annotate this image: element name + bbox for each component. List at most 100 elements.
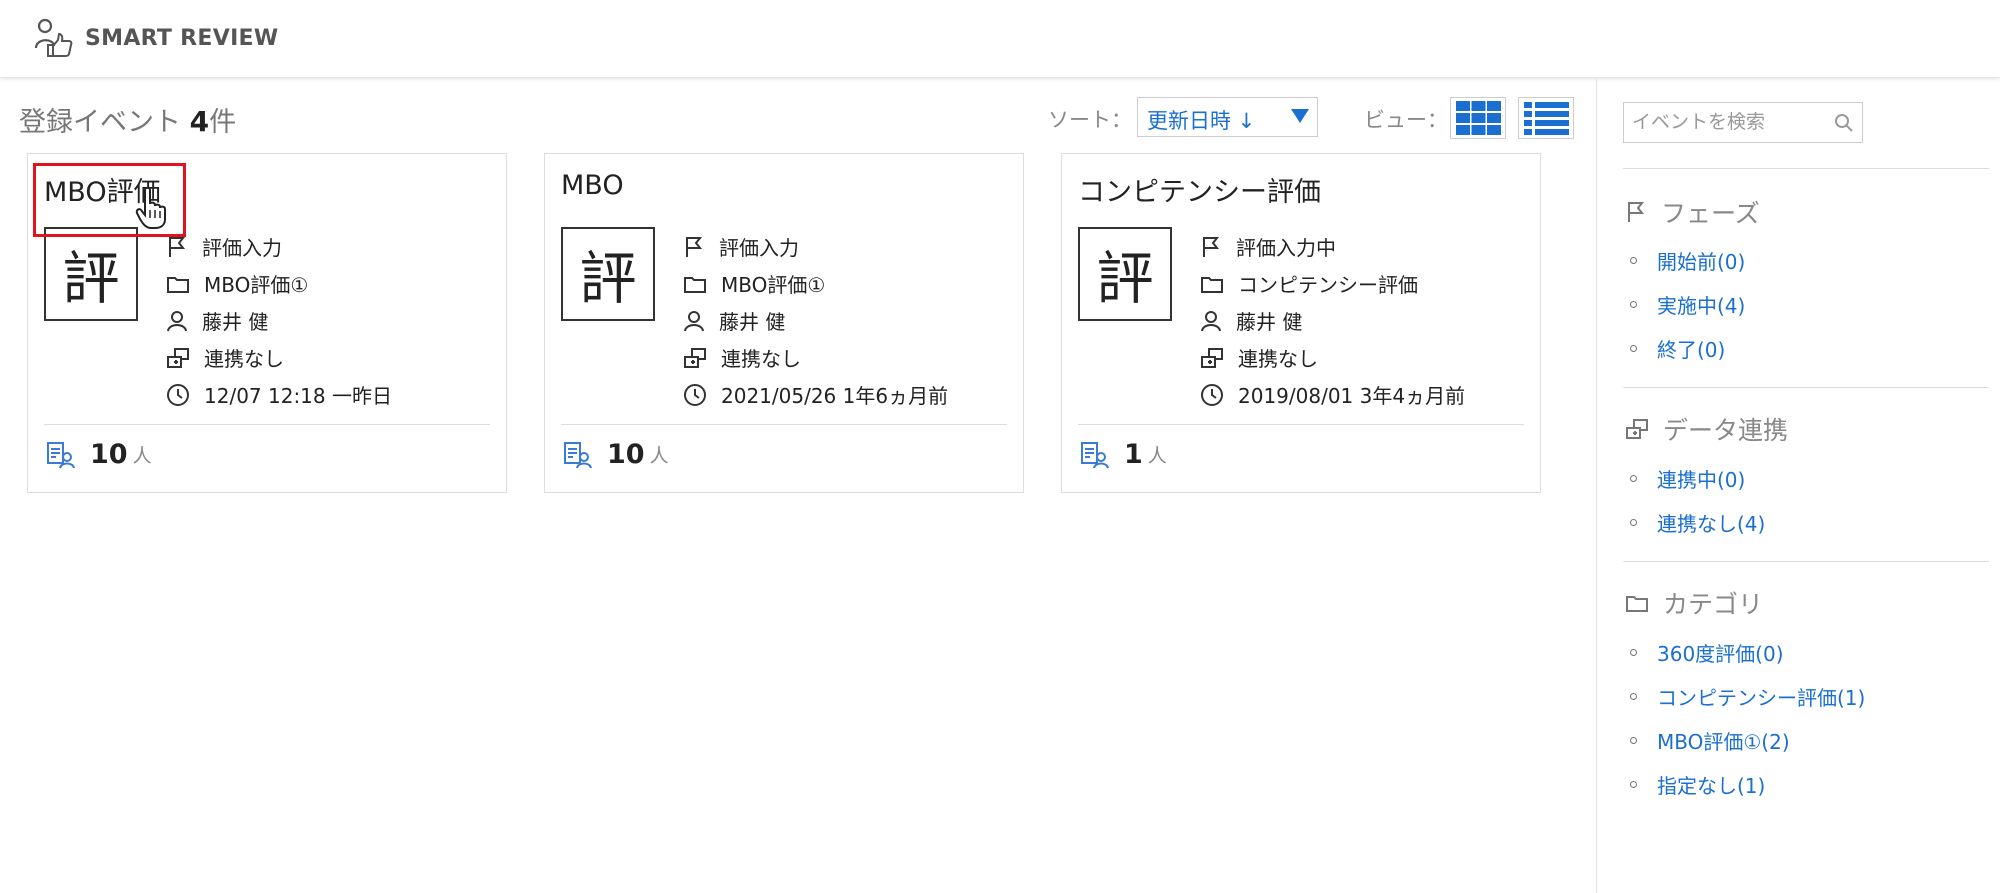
data-link-filter-list: 連携中(0) 連携なし(4) xyxy=(1630,456,1765,544)
view-label: ビュー： xyxy=(1364,108,1448,132)
bullet xyxy=(1630,692,1637,700)
category-text: MBO評価① xyxy=(204,273,309,297)
data-link-filter-label: 連携中(0) xyxy=(1657,467,1746,492)
grid-view-button[interactable] xyxy=(1450,97,1506,139)
sidebar-separator xyxy=(1623,387,1989,388)
event-thumbnail[interactable]: 評 xyxy=(1078,227,1172,321)
participant-number: 10 xyxy=(607,439,645,470)
sidebar-separator xyxy=(1623,561,1989,562)
count-suffix: 件 xyxy=(209,107,237,138)
category-filter-label: MBO評価①(2) xyxy=(1657,729,1790,754)
link-text: 連携なし xyxy=(1238,347,1318,371)
grid-icon xyxy=(1456,101,1501,135)
brand[interactable]: SMART REVIEW xyxy=(34,18,278,58)
owner-text: 藤井 健 xyxy=(1236,310,1303,334)
participant-number: 1 xyxy=(1124,439,1143,470)
owner-text: 藤井 健 xyxy=(202,310,269,334)
event-count: 登録イベント 4件 xyxy=(19,100,236,139)
updated-row: 2021/05/26 1年6ヵ月前 xyxy=(683,376,948,413)
flag-icon xyxy=(686,236,703,257)
phase-row: 評価入力中 xyxy=(1200,228,1465,265)
category-heading: カテゴリ xyxy=(1625,585,1763,621)
category-heading-label: カテゴリ xyxy=(1663,590,1764,619)
bullet xyxy=(1630,518,1637,526)
sort-select[interactable]: 更新日時 ↓ xyxy=(1137,97,1318,137)
event-thumbnail[interactable]: 評 xyxy=(44,227,138,321)
category-row: MBO評価① xyxy=(166,265,392,302)
phase-filter-item[interactable]: 開始前(0) xyxy=(1630,238,1745,282)
flag-icon xyxy=(169,236,186,257)
data-link-filter-item[interactable]: 連携なし(4) xyxy=(1630,500,1765,544)
reviewers-icon xyxy=(564,441,592,468)
event-card[interactable]: コンピテンシー評価 評 評価入力中 コンピテンシー評価 藤井 健 連携なし 20… xyxy=(1061,153,1541,493)
search-icon[interactable] xyxy=(1834,113,1854,133)
link-text: 連携なし xyxy=(721,347,801,371)
bullet xyxy=(1630,256,1637,264)
reviewers-icon xyxy=(47,441,75,468)
flag-icon xyxy=(1628,202,1645,222)
sort-label: ソート： xyxy=(1048,108,1132,132)
phase-text: 評価入力中 xyxy=(1236,236,1336,260)
data-link-heading: データ連携 xyxy=(1625,411,1788,447)
participant-count[interactable]: 1 人 xyxy=(1080,439,1167,470)
event-title[interactable]: MBO xyxy=(561,170,624,201)
updated-row: 12/07 12:18 一昨日 xyxy=(166,376,392,413)
event-search-box[interactable] xyxy=(1623,102,1863,143)
event-meta: 評価入力 MBO評価① 藤井 健 連携なし 12/07 12:18 一昨日 xyxy=(166,228,392,413)
bullet xyxy=(1630,300,1637,308)
phase-text: 評価入力 xyxy=(719,236,799,260)
data-link-icon xyxy=(1626,419,1648,439)
category-filter-item[interactable]: 360度評価(0) xyxy=(1630,630,1865,674)
event-search-input[interactable] xyxy=(1624,103,1824,141)
event-card[interactable]: MBO 評 評価入力 MBO評価① 藤井 健 連携なし 2021/05/26 1… xyxy=(544,153,1024,493)
participant-unit: 人 xyxy=(132,445,152,467)
card-divider xyxy=(561,424,1007,425)
bullet xyxy=(1630,474,1637,482)
category-filter-item[interactable]: MBO評価①(2) xyxy=(1630,718,1865,762)
link-row: 連携なし xyxy=(683,339,948,376)
phase-text: 評価入力 xyxy=(202,236,282,260)
event-thumbnail[interactable]: 評 xyxy=(561,227,655,321)
phase-filter-label: 終了(0) xyxy=(1657,337,1726,362)
user-icon xyxy=(684,310,704,331)
user-icon xyxy=(167,310,187,331)
link-text: 連携なし xyxy=(204,347,284,371)
category-filter-list: 360度評価(0) コンピテンシー評価(1) MBO評価①(2) 指定なし(1) xyxy=(1630,630,1865,806)
participant-number: 10 xyxy=(90,439,128,470)
data-link-icon xyxy=(684,347,706,368)
category-text: MBO評価① xyxy=(721,273,826,297)
flag-icon xyxy=(1203,236,1220,257)
category-filter-label: コンピテンシー評価(1) xyxy=(1657,685,1866,710)
data-link-filter-label: 連携なし(4) xyxy=(1657,511,1766,536)
data-link-filter-item[interactable]: 連携中(0) xyxy=(1630,456,1765,500)
participant-count[interactable]: 10 人 xyxy=(46,439,152,470)
sidebar-separator xyxy=(1623,168,1989,169)
folder-icon xyxy=(684,276,706,293)
bullet xyxy=(1630,736,1637,744)
category-filter-item[interactable]: コンピテンシー評価(1) xyxy=(1630,674,1865,718)
sidebar-divider xyxy=(1596,78,1597,893)
reviewers-icon xyxy=(1081,441,1109,468)
list-view-button[interactable] xyxy=(1518,97,1574,139)
phase-filter-list: 開始前(0) 実施中(4) 終了(0) xyxy=(1630,238,1745,370)
category-filter-item[interactable]: 指定なし(1) xyxy=(1630,762,1865,806)
owner-row: 藤井 健 xyxy=(166,302,392,339)
event-meta: 評価入力 MBO評価① 藤井 健 連携なし 2021/05/26 1年6ヵ月前 xyxy=(683,228,948,413)
event-title[interactable]: コンピテンシー評価 xyxy=(1078,170,1321,209)
updated-text: 2019/08/01 3年4ヵ月前 xyxy=(1238,384,1466,408)
bullet xyxy=(1630,780,1637,788)
folder-icon xyxy=(1626,596,1648,612)
folder-icon xyxy=(1201,276,1223,293)
updated-text: 2021/05/26 1年6ヵ月前 xyxy=(721,384,949,408)
updated-text: 12/07 12:18 一昨日 xyxy=(204,384,392,408)
clock-icon xyxy=(167,383,189,406)
sort-value: 更新日時 ↓ xyxy=(1147,109,1256,133)
caret-down-icon xyxy=(1291,109,1309,123)
phase-row: 評価入力 xyxy=(683,228,948,265)
reviewer-thumbs-up-icon xyxy=(34,18,73,57)
phase-filter-item[interactable]: 実施中(4) xyxy=(1630,282,1745,326)
participant-count[interactable]: 10 人 xyxy=(563,439,669,470)
phase-filter-item[interactable]: 終了(0) xyxy=(1630,326,1745,370)
phase-row: 評価入力 xyxy=(166,228,392,265)
category-filter-label: 指定なし(1) xyxy=(1657,773,1766,798)
